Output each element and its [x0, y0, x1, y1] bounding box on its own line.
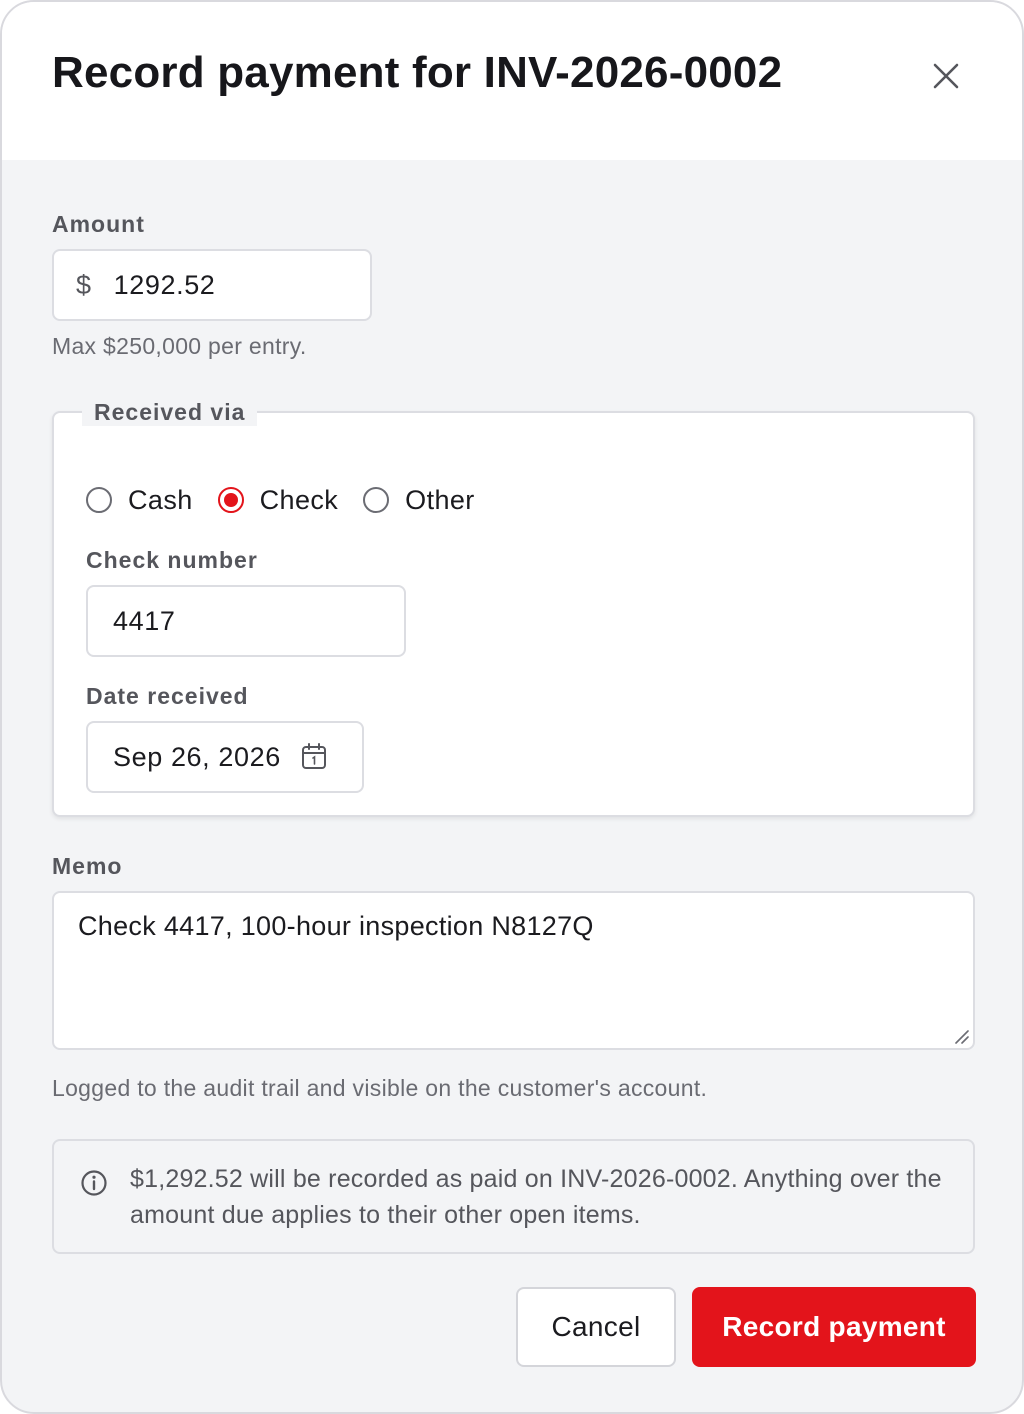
- info-callout: $1,292.52 will be recorded as paid on IN…: [52, 1139, 975, 1254]
- radio-check[interactable]: Check: [217, 485, 339, 516]
- info-icon: [81, 1170, 107, 1196]
- close-icon: [933, 63, 959, 89]
- record-payment-dialog: Record payment for INV-2026-0002 Amount …: [0, 0, 1024, 1414]
- currency-symbol: $: [76, 269, 92, 300]
- radio-other-circle[interactable]: [363, 487, 390, 513]
- radio-cash-circle[interactable]: [86, 487, 112, 513]
- radio-other[interactable]: Other: [363, 485, 475, 516]
- date-received-input[interactable]: Sep 26, 2026: [86, 721, 364, 793]
- memo-textarea[interactable]: Check 4417, 100-hour inspection N8127Q: [52, 891, 975, 1050]
- record-payment-button[interactable]: Record payment: [692, 1287, 976, 1367]
- resize-handle-icon[interactable]: [953, 1028, 969, 1044]
- info-text: $1,292.52 will be recorded as paid on IN…: [130, 1165, 942, 1229]
- calendar-icon[interactable]: [301, 743, 327, 771]
- date-received-label: Date received: [86, 683, 249, 709]
- memo-label: Memo: [52, 853, 123, 879]
- radio-check-label[interactable]: Check: [260, 485, 339, 516]
- memo-value: Check 4417, 100-hour inspection N8127Q: [78, 911, 594, 941]
- check-number-label: Check number: [86, 547, 258, 573]
- radio-check-circle[interactable]: [217, 487, 244, 513]
- cancel-button[interactable]: Cancel: [516, 1287, 676, 1367]
- close-button[interactable]: [920, 50, 972, 102]
- payment-method-radio-group: Cash Check Other: [86, 480, 500, 520]
- radio-other-label[interactable]: Other: [405, 485, 475, 516]
- received-via-legend: Received via: [82, 398, 258, 426]
- amount-label: Amount: [52, 211, 145, 237]
- radio-cash-label[interactable]: Cash: [128, 485, 193, 516]
- dialog-title: Record payment for INV-2026-0002: [52, 48, 783, 97]
- check-number-value: 4417: [113, 605, 176, 636]
- amount-hint: Max $250,000 per entry.: [52, 333, 307, 359]
- radio-cash[interactable]: Cash: [86, 485, 193, 516]
- dialog-header: Record payment for INV-2026-0002: [2, 2, 1022, 160]
- check-number-input[interactable]: 4417: [86, 585, 406, 657]
- amount-input[interactable]: $ 1292.52: [52, 249, 372, 321]
- amount-value: 1292.52: [113, 269, 216, 300]
- memo-hint: Logged to the audit trail and visible on…: [52, 1075, 708, 1101]
- radio-selected-dot: [223, 493, 238, 507]
- date-received-value: Sep 26, 2026: [113, 741, 281, 772]
